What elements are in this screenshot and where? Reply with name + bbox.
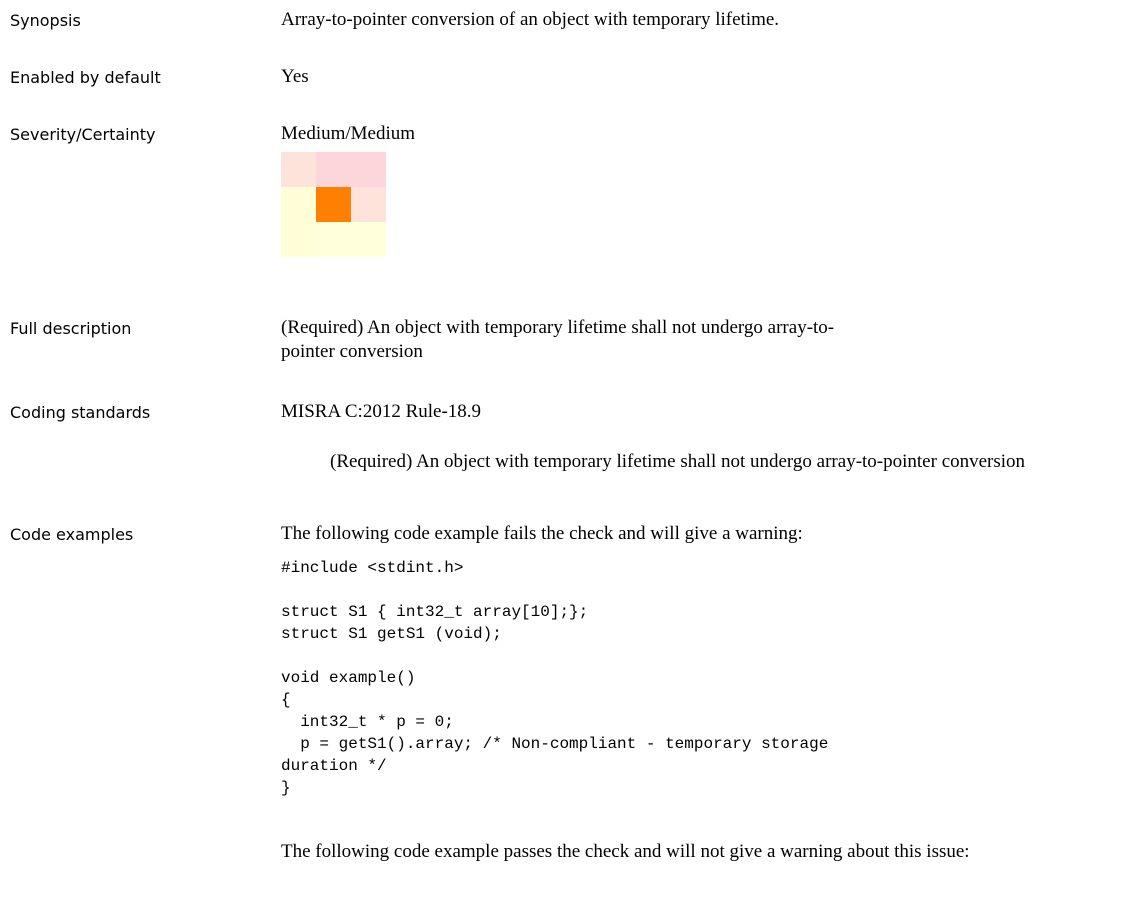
severity-value: Medium/Medium [281, 123, 416, 144]
enabled-label: Enabled by default [10, 68, 161, 87]
enabled-value: Yes [281, 66, 309, 87]
matrix-cell [351, 152, 386, 187]
full-description-label: Full description [10, 319, 132, 338]
matrix-cell [281, 187, 316, 222]
code-example-fail-block: #include <stdint.h> struct S1 { int32_t … [281, 559, 829, 797]
severity-certainty-matrix [281, 152, 386, 257]
synopsis-value: Array-to-pointer conversion of an object… [281, 9, 780, 30]
matrix-cell [281, 152, 316, 187]
coding-standards-value: MISRA C:2012 Rule-18.9 [281, 401, 482, 422]
full-description-value: (Required) An object with temporary life… [281, 317, 835, 362]
matrix-cell [316, 187, 351, 222]
matrix-cell [316, 152, 351, 187]
code-example-pass-intro: The following code example passes the ch… [281, 841, 970, 862]
matrix-cell [351, 222, 386, 257]
synopsis-label: Synopsis [10, 11, 81, 30]
matrix-cell [281, 222, 316, 257]
coding-standards-label: Coding standards [10, 403, 151, 422]
matrix-cell [316, 222, 351, 257]
code-examples-label: Code examples [10, 525, 134, 544]
matrix-cell [351, 187, 386, 222]
coding-standards-detail: (Required) An object with temporary life… [330, 451, 1026, 472]
severity-label: Severity/Certainty [10, 125, 156, 144]
code-example-fail-intro: The following code example fails the che… [281, 523, 803, 544]
